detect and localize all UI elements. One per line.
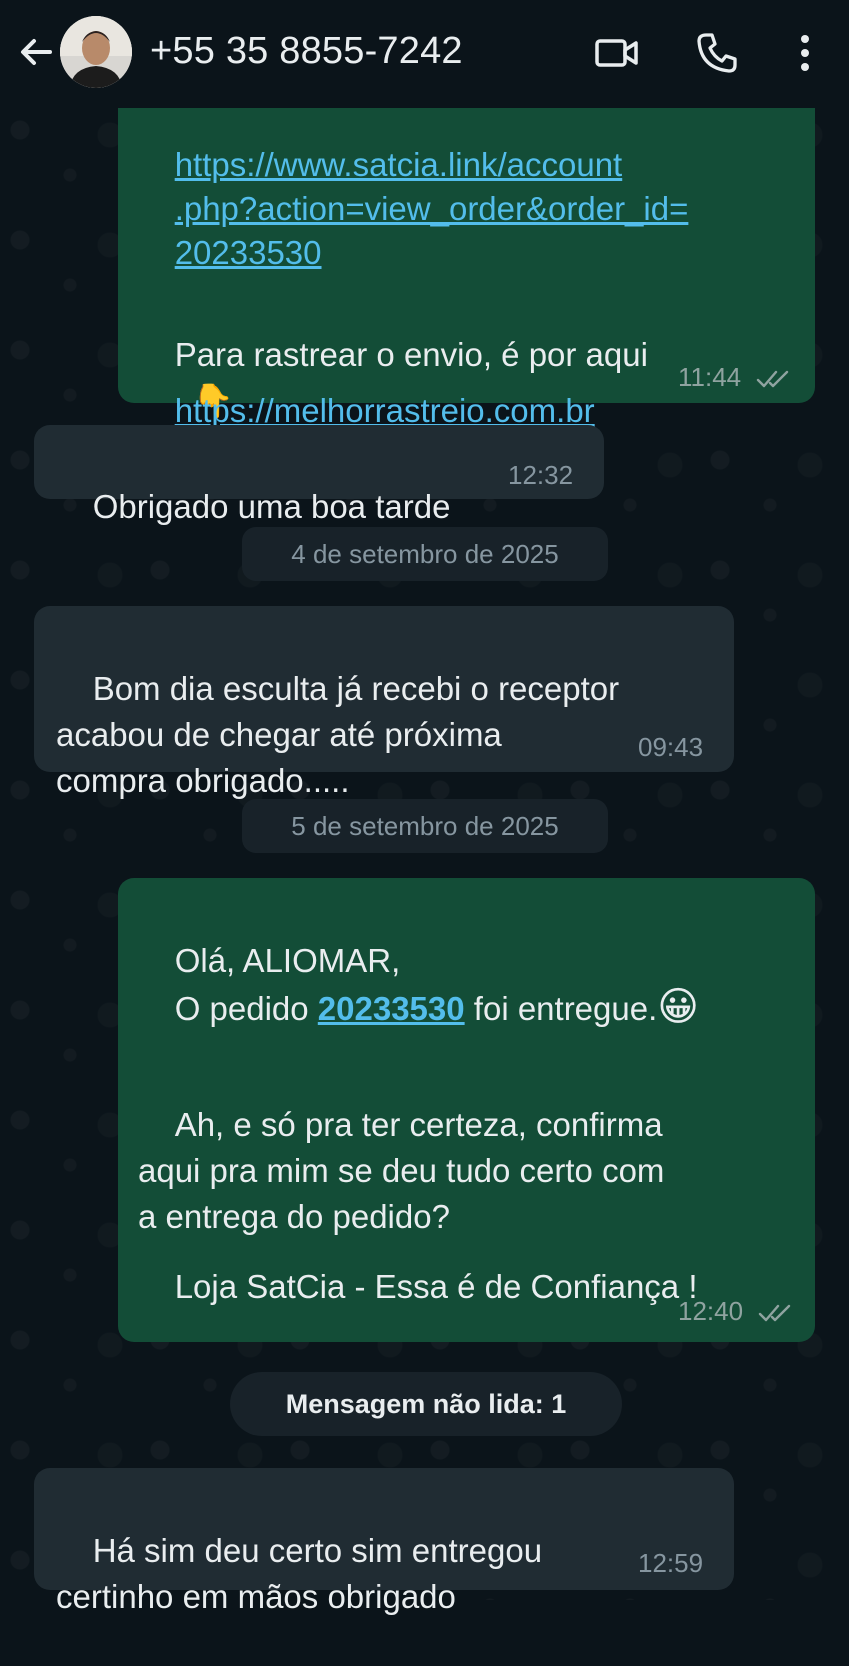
more-vert-icon (801, 35, 809, 71)
message-time: 09:43 (638, 732, 704, 762)
order-number-link[interactable]: 20233530 (318, 990, 465, 1027)
contact-name[interactable]: +55 35 8855-7242 (150, 28, 463, 74)
unread-messages-badge: Mensagem não lida: 1 (230, 1372, 622, 1436)
video-call-button[interactable] (594, 30, 640, 76)
message-text: Bom dia esculta já recebi o receptor aca… (56, 670, 620, 799)
back-button[interactable] (16, 32, 56, 72)
chat-header: +55 35 8855-7242 (0, 0, 849, 108)
message-incoming[interactable]: Bom dia esculta já recebi o receptor aca… (34, 606, 734, 799)
arrow-left-icon (21, 39, 52, 65)
message-outgoing[interactable]: Olá, ALIOMAR, O pedido 20233530 foi entr… (118, 878, 815, 1342)
message-time: 11:44 (678, 362, 742, 392)
date-separator: 4 de setembro de 2025 (242, 527, 608, 581)
grinning-emoji: 😀 (657, 985, 699, 1029)
order-suffix: foi entregue. (464, 990, 658, 1027)
double-check-icon (757, 370, 789, 388)
signature-text: Loja SatCia - Essa é de Confiança ! (174, 1268, 698, 1305)
phone-icon (697, 33, 737, 73)
order-link-line3[interactable]: 20233530 (175, 234, 322, 271)
question-text: Ah, e só pra ter certeza, confirma aqui … (138, 1106, 665, 1235)
more-options-button[interactable] (786, 30, 832, 76)
message-incoming[interactable]: Há sim deu certo sim entregou certinho e… (34, 1468, 734, 1615)
voice-call-button[interactable] (694, 30, 740, 76)
video-call-icon (595, 39, 638, 67)
message-time: 12:59 (638, 1548, 704, 1578)
message-text: Obrigado uma boa tarde (92, 488, 451, 525)
tracking-link[interactable]: https://melhorrastreio.com.br (175, 392, 595, 429)
date-separator: 5 de setembro de 2025 (242, 799, 608, 853)
message-outgoing[interactable]: https://www.satcia.link/account .php?act… (118, 60, 815, 429)
message-time: 12:40 (678, 1296, 744, 1326)
contact-avatar[interactable] (60, 16, 132, 88)
message-incoming[interactable]: Obrigado uma boa tarde 12:32 (34, 425, 604, 525)
message-text: Há sim deu certo sim entregou certinho e… (56, 1532, 543, 1615)
double-check-icon (759, 1304, 791, 1322)
order-prefix: O pedido (174, 990, 318, 1027)
message-time: 12:32 (508, 460, 574, 490)
